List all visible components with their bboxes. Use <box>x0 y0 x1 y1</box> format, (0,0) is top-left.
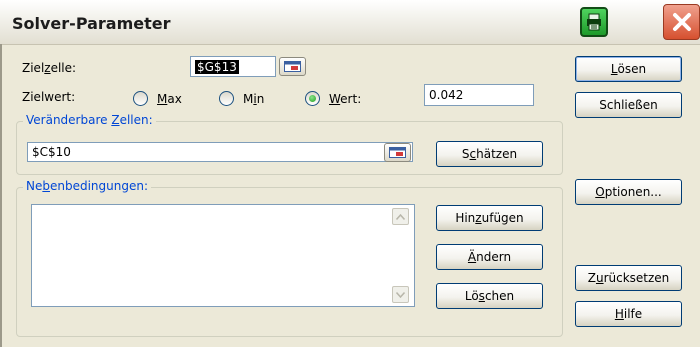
arrow-up-icon <box>396 213 405 220</box>
radio-value-of-label[interactable]: Wert: <box>329 92 361 106</box>
changing-cells-picker-button[interactable] <box>384 143 411 162</box>
range-picker-icon <box>389 147 406 158</box>
changing-cells-legend: Veränderbare Zellen: <box>23 113 156 127</box>
constraints-legend: Nebenbedingungen: <box>23 179 152 193</box>
target-cell-value: $G$13 <box>195 59 239 74</box>
reset-all-button[interactable]: Zu rücksetzen <box>575 265 682 291</box>
range-picker-icon <box>284 61 301 72</box>
constraints-list[interactable] <box>31 204 415 307</box>
radio-max[interactable] <box>133 91 148 106</box>
window-title: Solver-Parameter <box>12 14 171 33</box>
close-button[interactable] <box>663 4 700 40</box>
target-cell-picker-button[interactable] <box>279 57 306 76</box>
solve-button[interactable]: Lösen <box>575 56 682 82</box>
window-border <box>0 44 2 347</box>
close-icon <box>672 13 691 31</box>
delete-constraint-button[interactable]: Lö s chen <box>436 283 543 309</box>
scroll-up-button[interactable] <box>392 208 409 225</box>
change-constraint-button[interactable]: Ändern <box>436 244 543 270</box>
objective-label: Zielwert: <box>22 90 76 104</box>
arrow-down-icon <box>396 291 405 298</box>
close-dialog-button[interactable]: Schließen <box>575 92 682 118</box>
radio-min-label[interactable]: Min <box>243 92 264 106</box>
radio-max-label[interactable]: Max <box>157 92 182 106</box>
printer-icon[interactable] <box>580 7 608 37</box>
add-constraint-button[interactable]: Hin z ufügen <box>436 205 543 231</box>
target-cell-label: Zielzelle: <box>22 61 77 75</box>
radio-min[interactable] <box>219 91 234 106</box>
help-button[interactable]: Hilfe <box>575 301 682 327</box>
changing-cells-input[interactable]: $C$10 <box>27 142 413 162</box>
value-of-input[interactable]: 0.042 <box>424 84 534 106</box>
options-button[interactable]: Optionen... <box>575 179 682 205</box>
guess-button[interactable]: Sc hätzen <box>436 141 543 167</box>
radio-value-of[interactable] <box>305 91 320 106</box>
target-cell-input[interactable]: $G$13 <box>190 56 276 77</box>
scroll-down-button[interactable] <box>392 286 409 303</box>
